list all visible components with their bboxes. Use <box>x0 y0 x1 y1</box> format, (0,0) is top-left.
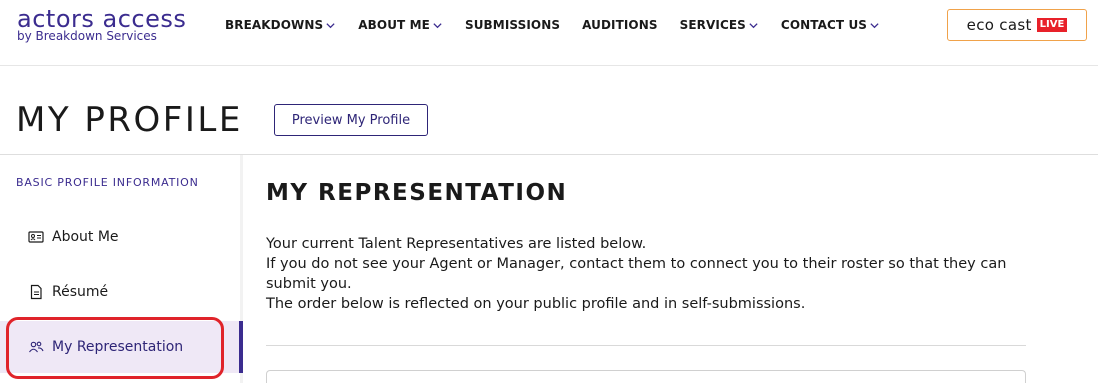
sidebar-item-label: Résumé <box>52 284 109 300</box>
top-navigation-bar: actors access by Breakdown Services BREA… <box>0 0 1098 66</box>
eco-cast-label: eco cast <box>966 16 1032 34</box>
nav-item-breakdowns[interactable]: BREAKDOWNS <box>225 17 336 33</box>
sidebar-heading: BASIC PROFILE INFORMATION <box>16 176 199 189</box>
nav-label: ABOUT ME <box>358 18 430 32</box>
representative-card[interactable] <box>266 370 1026 383</box>
chevron-down-icon <box>325 20 336 31</box>
chevron-down-icon <box>748 20 759 31</box>
representation-description: Your current Talent Representatives are … <box>266 234 1036 314</box>
nav-label: SERVICES <box>679 18 746 32</box>
actors-access-logo[interactable]: actors access by Breakdown Services <box>17 6 186 43</box>
description-line: The order below is reflected on your pub… <box>266 296 806 312</box>
sidebar-item-label: My Representation <box>52 339 184 355</box>
sidebar-item-label: About Me <box>52 229 119 245</box>
sidebar-item-about-me[interactable]: About Me <box>0 211 240 263</box>
nav-label: CONTACT US <box>780 18 868 32</box>
chevron-down-icon <box>869 20 880 31</box>
sidebar-item-my-representation[interactable]: My Representation <box>0 321 243 373</box>
chevron-down-icon <box>432 20 443 31</box>
id-card-icon <box>28 229 44 245</box>
profile-sidebar: BASIC PROFILE INFORMATION About Me Résum… <box>0 155 243 383</box>
main-nav: BREAKDOWNS ABOUT ME SUBMISSIONS AUDITION… <box>225 17 902 33</box>
nav-label: AUDITIONS <box>582 18 658 32</box>
description-line: Your current Talent Representatives are … <box>266 236 647 252</box>
nav-item-auditions[interactable]: AUDITIONS <box>582 17 658 33</box>
nav-label: BREAKDOWNS <box>225 18 324 32</box>
section-title: MY REPRESENTATION <box>266 180 568 206</box>
eco-cast-live-button[interactable]: eco cast LIVE <box>947 9 1087 41</box>
nav-item-submissions[interactable]: SUBMISSIONS <box>465 17 560 33</box>
content-divider <box>266 345 1026 346</box>
sidebar-item-resume[interactable]: Résumé <box>0 266 240 318</box>
document-icon <box>28 284 44 300</box>
live-badge: LIVE <box>1036 18 1068 32</box>
people-icon <box>28 339 44 355</box>
page-title: MY PROFILE <box>16 100 243 140</box>
nav-item-about-me[interactable]: ABOUT ME <box>358 17 443 33</box>
nav-item-services[interactable]: SERVICES <box>680 17 759 33</box>
preview-profile-button[interactable]: Preview My Profile <box>274 104 428 136</box>
description-line: If you do not see your Agent or Manager,… <box>266 256 1007 292</box>
nav-item-contact-us[interactable]: CONTACT US <box>781 17 880 33</box>
nav-label: SUBMISSIONS <box>464 18 561 32</box>
